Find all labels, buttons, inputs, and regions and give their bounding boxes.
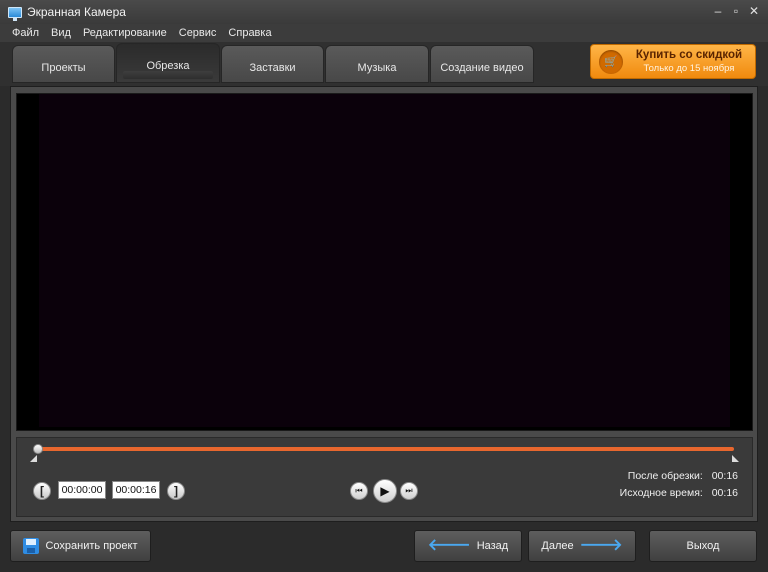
tab-intros[interactable]: Заставки [221,45,324,83]
play-icon[interactable]: ▶ [373,479,397,503]
next-label: Далее [541,540,574,552]
back-button[interactable]: 🡐 Назад [414,530,522,562]
monitor-icon [8,6,22,21]
arrow-left-icon: 🡐 [427,537,471,554]
player-controls: [ 00:00:00 00:00:16 ] ⏮ ▶ ⏭ После обрезк… [16,437,753,517]
after-trim-info: После обрезки: 00:16 [628,470,738,482]
playhead-handle[interactable] [33,444,43,454]
after-trim-value: 00:16 [711,470,738,482]
letterbox-right [730,94,752,430]
menu-view[interactable]: Вид [51,27,71,39]
cart-icon: 🛒 [599,49,623,74]
menu-bar: Файл Вид Редактирование Сервис Справка [0,24,768,42]
letterbox-bottom [17,427,752,430]
source-time-info: Исходное время: 00:16 [620,487,738,499]
next-button[interactable]: Далее 🡒 [528,530,636,562]
promo-subtitle: Только до 15 ноября [643,62,735,74]
menu-help[interactable]: Справка [228,27,271,39]
timeline-track[interactable] [37,447,734,451]
trim-end-marker[interactable] [732,455,739,462]
title-bar: Экранная Камера – ▫ ✕ [0,0,768,24]
promo-title: Купить со скидкой [635,48,743,61]
letterbox-left [17,94,39,430]
window-title: Экранная Камера [27,5,126,19]
trim-start-marker[interactable] [30,455,37,462]
arrow-right-icon: 🡒 [579,537,623,554]
set-start-button[interactable]: [ [33,482,51,500]
set-end-button[interactable]: ] [167,482,185,500]
source-time-value: 00:16 [711,487,738,499]
exit-label: Выход [686,540,720,552]
end-time-field[interactable]: 00:00:16 [112,481,160,499]
main-panel: [ 00:00:00 00:00:16 ] ⏮ ▶ ⏭ После обрезк… [10,86,758,522]
tab-trim[interactable]: Обрезка [116,43,220,83]
video-preview [16,93,753,431]
menu-edit[interactable]: Редактирование [83,27,167,39]
close-button[interactable]: ✕ [746,3,762,19]
previous-icon[interactable]: ⏮ [350,482,368,500]
next-icon[interactable]: ⏭ [400,482,418,500]
maximize-button[interactable]: ▫ [728,3,744,19]
source-time-label: Исходное время: [619,487,703,499]
window-controls: – ▫ ✕ [710,3,762,19]
minimize-button[interactable]: – [710,3,726,19]
start-time-field[interactable]: 00:00:00 [58,481,106,499]
menu-service[interactable]: Сервис [179,27,217,39]
tab-projects[interactable]: Проекты [12,45,115,83]
save-project-label: Сохранить проект [45,540,138,552]
after-trim-label: После обрезки: [627,470,703,482]
back-label: Назад [476,540,509,552]
exit-button[interactable]: Выход [649,530,757,562]
tab-music[interactable]: Музыка [325,45,429,83]
save-project-button[interactable]: Сохранить проект [10,530,151,562]
menu-file[interactable]: Файл [12,27,39,39]
tab-create-video[interactable]: Создание видео [430,45,534,83]
buy-discount-button[interactable]: 🛒 Купить со скидкой Только до 15 ноября [590,44,756,79]
floppy-icon [23,538,40,554]
